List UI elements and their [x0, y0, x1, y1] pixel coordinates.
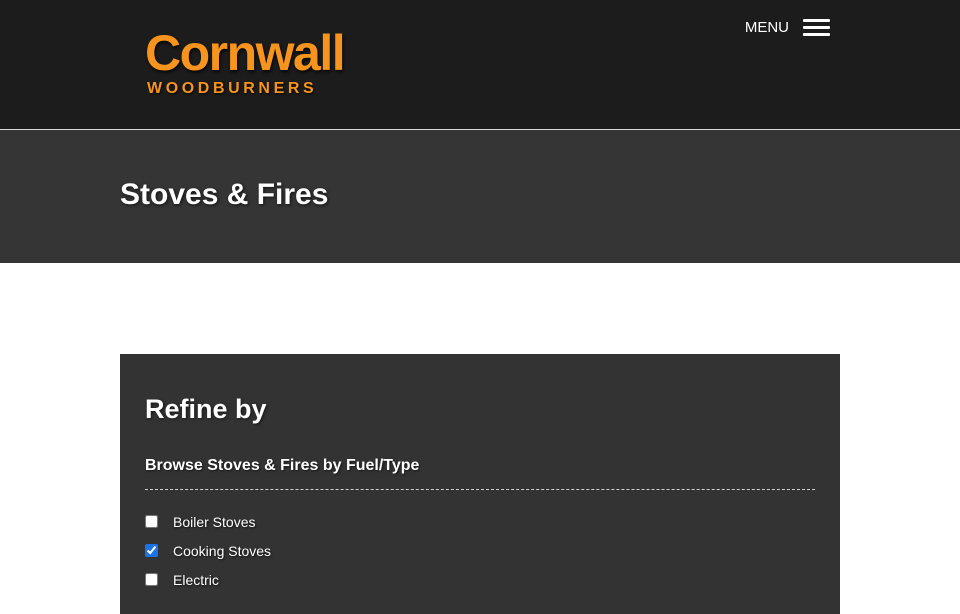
logo-tagline: WOODBURNERS [147, 80, 318, 97]
filter-options-list: Boiler Stoves Cooking Stoves Electric [145, 507, 815, 594]
cooking-stoves-checkbox[interactable] [145, 544, 158, 557]
hamburger-icon [803, 18, 830, 36]
filter-option-cooking-stoves[interactable]: Cooking Stoves [145, 536, 815, 565]
filter-option-electric[interactable]: Electric [145, 565, 815, 594]
logo-wordmark: Cornwall [145, 25, 346, 81]
site-logo[interactable]: Cornwall WOODBURNERS [145, 25, 346, 98]
page-title: Stoves & Fires [120, 178, 329, 211]
page-banner: Stoves & Fires [0, 130, 960, 263]
filter-option-label[interactable]: Boiler Stoves [173, 514, 255, 530]
menu-label: MENU [744, 18, 789, 36]
boiler-stoves-checkbox[interactable] [145, 515, 158, 528]
filter-option-label[interactable]: Electric [173, 572, 219, 588]
electric-checkbox[interactable] [145, 573, 158, 586]
menu-button[interactable]: MENU [745, 18, 830, 36]
refine-panel: Refine by Browse Stoves & Fires by Fuel/… [120, 354, 840, 614]
filter-option-label[interactable]: Cooking Stoves [173, 543, 271, 559]
filter-option-boiler-stoves[interactable]: Boiler Stoves [145, 507, 815, 536]
refine-heading: Refine by [145, 394, 267, 424]
site-header: Cornwall WOODBURNERS MENU [0, 0, 960, 130]
filter-group-title: Browse Stoves & Fires by Fuel/Type [145, 457, 815, 490]
